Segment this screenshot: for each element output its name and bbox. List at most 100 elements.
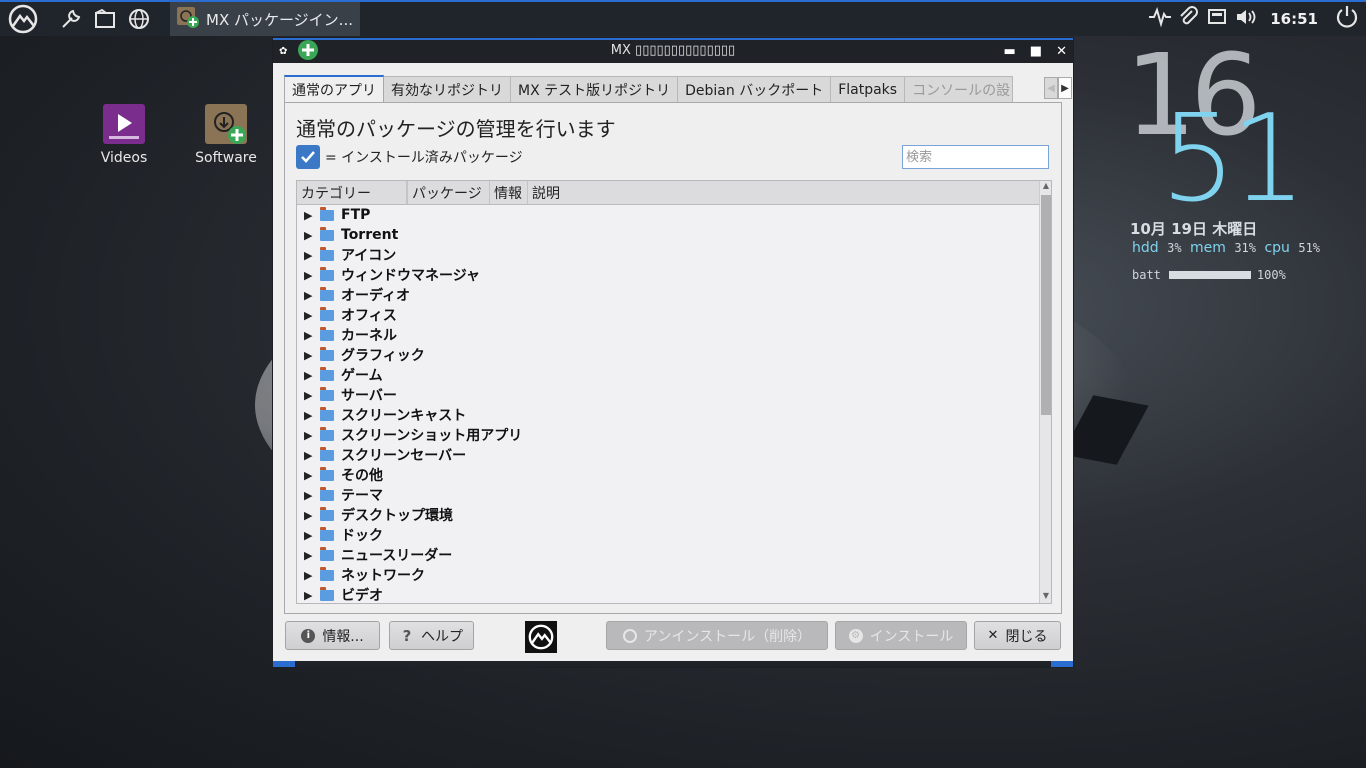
expand-arrow-icon[interactable]: ▶	[304, 429, 314, 442]
cpu-value: 51%	[1298, 241, 1321, 255]
battery-bar	[1168, 271, 1251, 279]
expand-arrow-icon[interactable]: ▶	[304, 389, 314, 402]
expand-arrow-icon[interactable]: ▶	[304, 289, 314, 302]
expand-arrow-icon[interactable]: ▶	[304, 209, 314, 222]
expand-arrow-icon[interactable]: ▶	[304, 509, 314, 522]
tree-row[interactable]: ▶ FTP	[297, 205, 522, 225]
expand-arrow-icon[interactable]: ▶	[304, 569, 314, 582]
category-label: カーネル	[341, 328, 397, 344]
expand-arrow-icon[interactable]: ▶	[304, 269, 314, 282]
mem-label: mem	[1189, 240, 1226, 256]
tab-mx-test-repo[interactable]: MX テスト版リポジトリ	[511, 76, 679, 103]
tree-rows: ▶ FTP ▶ Torrent ▶ アイコン ▶ ウィンドウマネージャ ▶ オーディオ ▶ オフィス ▶…	[297, 205, 522, 603]
power-icon[interactable]	[1334, 4, 1360, 34]
column-category[interactable]: カテゴリー	[297, 181, 407, 204]
desktop-icon-software[interactable]: Software	[181, 104, 271, 166]
folder-icon[interactable]	[88, 2, 122, 36]
tab-scroll-left-icon[interactable]: ◀	[1044, 77, 1058, 99]
info-icon: i	[301, 628, 316, 643]
folder-icon	[320, 266, 334, 281]
tree-row[interactable]: ▶ ネットワーク	[297, 565, 522, 585]
tab-scroll-right-icon[interactable]: ▶	[1058, 77, 1072, 99]
conky-date: 10月 19日 木曜日	[1130, 220, 1258, 238]
expand-arrow-icon[interactable]: ▶	[304, 449, 314, 462]
category-label: ネットワーク	[341, 568, 425, 584]
install-button-label: インストール	[869, 628, 954, 645]
tree-row[interactable]: ▶ デスクトップ環境	[297, 505, 522, 525]
folder-icon	[320, 406, 334, 421]
gear-icon: ⚙	[848, 628, 863, 643]
tree-row[interactable]: ▶ その他	[297, 465, 522, 485]
tree-row[interactable]: ▶ ニュースリーダー	[297, 545, 522, 565]
mx-menu-icon[interactable]	[6, 2, 40, 36]
close-button[interactable]: ✕ 閉じる	[974, 621, 1061, 650]
tree-row[interactable]: ▶ ドック	[297, 525, 522, 545]
search-input[interactable]	[902, 145, 1049, 169]
tree-row[interactable]: ▶ ゲーム	[297, 365, 522, 385]
column-package[interactable]: パッケージ	[408, 181, 490, 204]
expand-arrow-icon[interactable]: ▶	[304, 369, 314, 382]
scroll-down-icon[interactable]: ▼	[1040, 591, 1051, 603]
software-installer-icon	[205, 104, 247, 144]
folder-icon	[320, 366, 334, 381]
tab-enabled-repos[interactable]: 有効なリポジトリ	[384, 76, 511, 103]
expand-arrow-icon[interactable]: ▶	[304, 529, 314, 542]
tree-row[interactable]: ▶ オーディオ	[297, 285, 522, 305]
close-window-icon[interactable]: ✕	[1056, 44, 1067, 59]
tree-row[interactable]: ▶ サーバー	[297, 385, 522, 405]
help-button[interactable]: ? ヘルプ	[389, 621, 474, 650]
taskbar-window-button[interactable]: MX パッケージイン...	[170, 2, 360, 36]
uninstall-button[interactable]: アンインストール（削除）	[606, 621, 828, 650]
category-label: ニュースリーダー	[341, 548, 453, 564]
expand-arrow-icon[interactable]: ▶	[304, 309, 314, 322]
expand-arrow-icon[interactable]: ▶	[304, 329, 314, 342]
expand-arrow-icon[interactable]: ▶	[304, 469, 314, 482]
tab-popular-apps[interactable]: 通常のアプリ	[284, 75, 384, 104]
window-titlebar[interactable]: ✿ MX ▯▯▯▯▯▯▯▯▯▯▯▯▯▯ ▬ ■ ✕	[273, 38, 1073, 63]
scroll-up-icon[interactable]: ▲	[1040, 181, 1051, 193]
maximize-icon[interactable]: ■	[1030, 44, 1042, 59]
column-description[interactable]: 説明	[528, 181, 564, 204]
paperclip-icon[interactable]	[1178, 6, 1200, 32]
globe-icon[interactable]	[122, 2, 156, 36]
install-button[interactable]: ⚙ インストール	[835, 621, 967, 650]
expand-arrow-icon[interactable]: ▶	[304, 249, 314, 262]
mx-logo-icon	[525, 621, 557, 653]
expand-arrow-icon[interactable]: ▶	[304, 589, 314, 602]
tree-row[interactable]: ▶ グラフィック	[297, 345, 522, 365]
category-label: テーマ	[341, 488, 383, 504]
tree-row[interactable]: ▶ テーマ	[297, 485, 522, 505]
tab-console-output[interactable]: コンソールの設	[905, 76, 1014, 103]
tree-scrollbar[interactable]: ▲ ▼	[1039, 181, 1051, 603]
expand-arrow-icon[interactable]: ▶	[304, 549, 314, 562]
tree-row[interactable]: ▶ ウィンドウマネージャ	[297, 265, 522, 285]
tab-flatpaks[interactable]: Flatpaks	[831, 76, 906, 103]
volume-icon[interactable]	[1234, 6, 1258, 32]
tree-row[interactable]: ▶ スクリーンショット用アプリ	[297, 425, 522, 445]
category-label: スクリーンショット用アプリ	[341, 428, 523, 444]
tree-row[interactable]: ▶ スクリーンセーバー	[297, 445, 522, 465]
activity-icon[interactable]	[1148, 6, 1172, 32]
tree-row[interactable]: ▶ アイコン	[297, 245, 522, 265]
expand-arrow-icon[interactable]: ▶	[304, 489, 314, 502]
tree-row[interactable]: ▶ カーネル	[297, 325, 522, 345]
scrollbar-thumb[interactable]	[1041, 195, 1051, 415]
tree-row[interactable]: ▶ ビデオ	[297, 585, 522, 603]
network-icon[interactable]	[1206, 6, 1228, 32]
panel-clock[interactable]: 16:51	[1270, 10, 1318, 28]
category-label: アイコン	[341, 248, 397, 264]
column-info[interactable]: 情報	[490, 181, 528, 204]
expand-arrow-icon[interactable]: ▶	[304, 409, 314, 422]
wrench-icon[interactable]	[54, 2, 88, 36]
tab-debian-backports[interactable]: Debian バックポート	[678, 76, 832, 103]
desktop-icon-videos[interactable]: Videos	[79, 104, 169, 166]
expand-arrow-icon[interactable]: ▶	[304, 349, 314, 362]
folder-icon	[320, 306, 334, 321]
conky-minutes: 51	[1160, 90, 1307, 229]
tree-row[interactable]: ▶ Torrent	[297, 225, 522, 245]
tree-row[interactable]: ▶ スクリーンキャスト	[297, 405, 522, 425]
minimize-icon[interactable]: ▬	[1004, 44, 1016, 59]
info-button[interactable]: i 情報...	[285, 621, 380, 650]
tree-row[interactable]: ▶ オフィス	[297, 305, 522, 325]
expand-arrow-icon[interactable]: ▶	[304, 229, 314, 242]
